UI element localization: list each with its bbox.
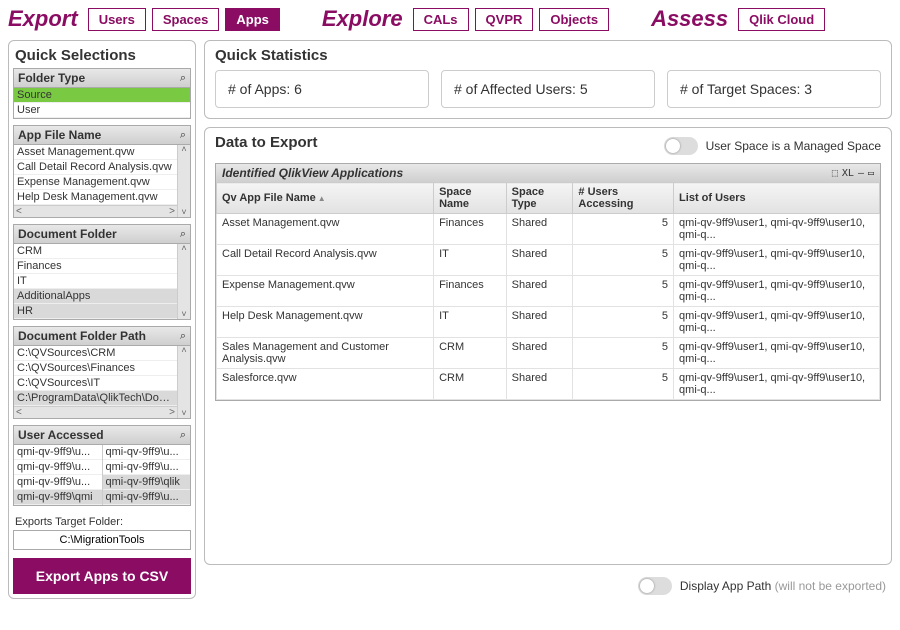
document-folder-path-title: Document Folder Path	[18, 329, 146, 343]
stat-apps: # of Apps: 6	[215, 70, 429, 108]
search-icon[interactable]: ⌕	[180, 330, 186, 343]
search-icon[interactable]: ⌕	[180, 429, 186, 442]
table-row[interactable]: Expense Management.qvwFinancesShared5qmi…	[217, 276, 880, 307]
scroll-up-icon[interactable]: ˄	[181, 145, 186, 154]
tab-apps[interactable]: Apps	[225, 8, 280, 31]
col-list-users[interactable]: List of Users	[674, 183, 880, 214]
target-folder-input[interactable]	[13, 530, 191, 550]
display-app-path-label: Display App Path	[680, 579, 771, 593]
scroll-right-icon[interactable]: >	[169, 206, 175, 217]
col-app-name[interactable]: Qv App File Name▲	[217, 183, 434, 214]
table-row[interactable]: Call Detail Record Analysis.qvwITShared5…	[217, 245, 880, 276]
tab-qlik-cloud[interactable]: Qlik Cloud	[738, 8, 825, 31]
list-item[interactable]: Call Detail Record Analysis.qvw	[14, 160, 177, 175]
list-item[interactable]: Finances	[14, 259, 177, 274]
scroll-down-icon[interactable]: ˅	[181, 208, 186, 217]
export-xl-icon[interactable]: XL	[842, 168, 854, 179]
display-app-path-row: Display App Path (will not be exported)	[204, 573, 892, 599]
list-item[interactable]: CRM	[14, 244, 177, 259]
display-app-path-hint: (will not be exported)	[775, 579, 886, 593]
stat-users: # of Affected Users: 5	[441, 70, 655, 108]
list-item[interactable]: Expense Management.qvw	[14, 175, 177, 190]
list-item[interactable]: C:\QVSources\IT	[14, 376, 177, 391]
table-row[interactable]: Sales Management and Customer Analysis.q…	[217, 338, 880, 369]
applications-table: Identified QlikView Applications ⬚ XL — …	[215, 163, 881, 401]
tab-spaces[interactable]: Spaces	[152, 8, 220, 31]
scroll-up-icon[interactable]: ˄	[181, 244, 186, 253]
assess-label: Assess	[651, 6, 728, 32]
sort-asc-icon: ▲	[318, 194, 326, 203]
data-to-export-panel: Data to Export User Space is a Managed S…	[204, 127, 892, 565]
vertical-scrollbar[interactable]: ˄˅	[177, 145, 190, 217]
scroll-up-icon[interactable]: ˄	[181, 346, 186, 355]
display-app-path-toggle[interactable]	[638, 577, 672, 595]
stat-spaces: # of Target Spaces: 3	[667, 70, 881, 108]
col-space-name[interactable]: Space Name	[434, 183, 507, 214]
sidebar-title: Quick Selections	[13, 45, 191, 68]
list-item[interactable]: C:\QVSources\Finances	[14, 361, 177, 376]
col-users-accessing[interactable]: # Users Accessing	[573, 183, 674, 214]
list-item[interactable]: Asset Management.qvw	[14, 145, 177, 160]
search-icon[interactable]: ⌕	[180, 129, 186, 142]
list-item[interactable]: HR	[14, 304, 177, 319]
folder-type-listbox: Folder Type ⌕ Source User	[13, 68, 191, 119]
list-item[interactable]: qmi-qv-9ff9\qmi	[14, 490, 102, 505]
managed-space-toggle[interactable]	[664, 137, 698, 155]
col-space-type[interactable]: Space Type	[506, 183, 573, 214]
list-item[interactable]: IT	[14, 274, 177, 289]
managed-space-label: User Space is a Managed Space	[706, 139, 881, 153]
data-title: Data to Export	[215, 134, 318, 151]
scroll-left-icon[interactable]: <	[16, 407, 22, 418]
document-folder-title: Document Folder	[18, 227, 117, 241]
list-item[interactable]: qmi-qv-9ff9\u...	[14, 460, 102, 475]
folder-type-title: Folder Type	[18, 71, 85, 85]
search-icon[interactable]: ⌕	[180, 228, 186, 241]
user-accessed-title: User Accessed	[18, 428, 104, 442]
tab-objects[interactable]: Objects	[539, 8, 609, 31]
document-folder-path-listbox: Document Folder Path ⌕ C:\QVSources\CRM C…	[13, 326, 191, 419]
quick-selections-sidebar: Quick Selections Folder Type ⌕ Source Use…	[8, 40, 196, 599]
maximize-icon[interactable]: ▭	[868, 168, 874, 179]
scroll-left-icon[interactable]: <	[16, 206, 22, 217]
list-item[interactable]: Source	[14, 88, 190, 103]
top-nav: Export Users Spaces Apps Explore CALs QV…	[0, 0, 900, 40]
export-label: Export	[8, 6, 78, 32]
tab-qvpr[interactable]: QVPR	[475, 8, 534, 31]
list-item[interactable]: C:\ProgramData\QlikTech\Docum...	[14, 391, 177, 406]
scroll-right-icon[interactable]: >	[169, 407, 175, 418]
table-row[interactable]: Help Desk Management.qvwITShared5qmi-qv-…	[217, 307, 880, 338]
stats-title: Quick Statistics	[215, 47, 881, 64]
explore-label: Explore	[322, 6, 403, 32]
list-item[interactable]: User	[14, 103, 190, 118]
vertical-scrollbar[interactable]: ˄˅	[177, 346, 190, 418]
list-item[interactable]: Help Desk Management.qvw	[14, 190, 177, 205]
list-item[interactable]: AdditionalApps	[14, 289, 177, 304]
list-item[interactable]: qmi-qv-9ff9\u...	[103, 460, 191, 475]
app-file-name-listbox: App File Name ⌕ Asset Management.qvw Call…	[13, 125, 191, 218]
scroll-down-icon[interactable]: ˅	[181, 310, 186, 319]
quick-statistics-panel: Quick Statistics # of Apps: 6 # of Affec…	[204, 40, 892, 119]
list-item[interactable]: qmi-qv-9ff9\u...	[103, 445, 191, 460]
app-file-name-title: App File Name	[18, 128, 101, 142]
user-accessed-listbox: User Accessed ⌕ qmi-qv-9ff9\u... qmi-qv-9…	[13, 425, 191, 506]
table-title-text: Identified QlikView Applications	[222, 166, 403, 180]
table-row[interactable]: Salesforce.qvwCRMShared5qmi-qv-9ff9\user…	[217, 369, 880, 400]
minimize-icon[interactable]: —	[858, 168, 864, 179]
list-item[interactable]: qmi-qv-9ff9\u...	[14, 445, 102, 460]
export-apps-button[interactable]: Export Apps to CSV	[13, 558, 191, 594]
list-item[interactable]: qmi-qv-9ff9\qlik	[103, 475, 191, 490]
list-item[interactable]: qmi-qv-9ff9\u...	[103, 490, 191, 505]
target-folder-label: Exports Target Folder:	[13, 512, 191, 530]
detach-icon[interactable]: ⬚	[832, 168, 838, 179]
tab-users[interactable]: Users	[88, 8, 146, 31]
list-item[interactable]: C:\QVSources\CRM	[14, 346, 177, 361]
list-item[interactable]: qmi-qv-9ff9\u...	[14, 475, 102, 490]
search-icon[interactable]: ⌕	[180, 72, 186, 85]
vertical-scrollbar[interactable]: ˄˅	[177, 244, 190, 319]
table-row[interactable]: Asset Management.qvwFinancesShared5qmi-q…	[217, 214, 880, 245]
document-folder-listbox: Document Folder ⌕ CRM Finances IT Additio…	[13, 224, 191, 320]
scroll-down-icon[interactable]: ˅	[181, 409, 186, 418]
tab-cals[interactable]: CALs	[413, 8, 469, 31]
